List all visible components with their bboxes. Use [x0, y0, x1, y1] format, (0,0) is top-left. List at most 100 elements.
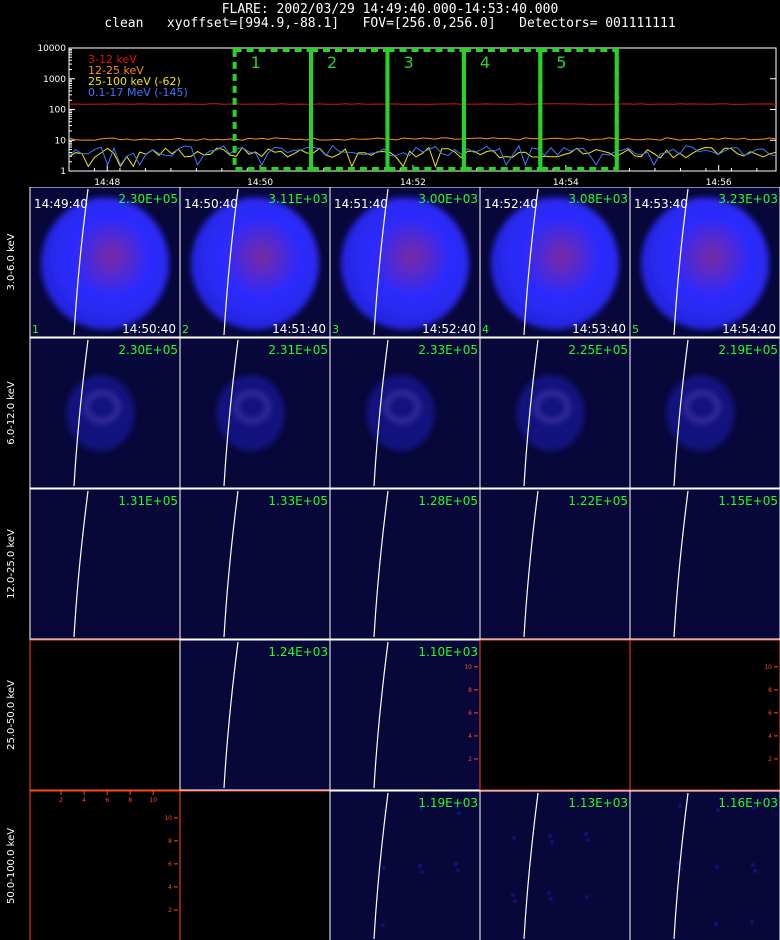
x-tick-label: 14:54: [553, 178, 579, 187]
max-value-label: 2.30E+05: [118, 343, 178, 357]
axis-tick-label: 4: [168, 884, 172, 891]
y-tick-label: 100: [49, 106, 66, 116]
axis-tick-label: 8: [768, 687, 772, 694]
x-tick-label: 14:56: [706, 178, 732, 187]
image-panel: [329, 639, 481, 791]
max-value-label: 2.19E+05: [718, 343, 778, 357]
energy-band-label: 3.0-6.0 keV: [6, 233, 17, 290]
interval-number: 2: [182, 323, 189, 336]
noise-speck: [381, 923, 385, 927]
max-value-label: 2.33E+05: [418, 343, 478, 357]
y-tick-label: 10: [55, 136, 67, 146]
interval-label: 3: [403, 53, 413, 72]
empty-panel: [629, 639, 780, 791]
axis-tick-label: 8: [468, 687, 472, 694]
max-value-label: 1.13E+03: [568, 796, 628, 810]
noise-speck: [454, 862, 458, 866]
axis-tick-label: 2: [768, 756, 772, 763]
start-time-label: 14:52:40: [484, 197, 538, 211]
image-panel: [329, 488, 481, 640]
x-tick-label: 14:52: [400, 178, 426, 187]
axis-tick-label: 8: [128, 797, 132, 804]
max-value-label: 3.23E+03: [718, 192, 778, 206]
end-time-label: 14:53:40: [572, 322, 626, 336]
interval-number: 1: [32, 323, 39, 336]
noise-speck: [513, 899, 517, 903]
image-panel: [179, 488, 331, 640]
noise-speck: [584, 832, 588, 836]
source-emission: [366, 375, 435, 451]
empty-panel: [179, 790, 331, 940]
energy-band-label: 50.0-100.0 keV: [6, 828, 17, 904]
noise-speck: [678, 804, 682, 808]
energy-band-label: 25.0-50.0 keV: [6, 680, 17, 750]
axis-tick-label: 2: [168, 907, 172, 914]
interval-number: 3: [332, 323, 339, 336]
max-value-label: 2.31E+05: [268, 343, 328, 357]
source-emission: [66, 375, 135, 451]
noise-speck: [714, 922, 718, 926]
axis-tick-label: 6: [468, 710, 472, 717]
axis-tick-label: 6: [168, 861, 172, 868]
source-emission: [41, 197, 169, 330]
noise-speck: [586, 838, 590, 842]
series-line: [68, 137, 777, 141]
axis-tick-label: 4: [768, 733, 772, 740]
start-time-label: 14:53:40: [634, 197, 688, 211]
image-panel: [479, 790, 631, 940]
end-time-label: 14:52:40: [422, 322, 476, 336]
energy-band-label: 12.0-25.0 keV: [6, 529, 17, 599]
noise-speck: [420, 870, 424, 874]
axis-tick-label: 8: [168, 838, 172, 845]
y-tick-label: 1000: [43, 75, 66, 85]
empty-panel: [29, 639, 181, 791]
plot-title: FLARE: 2002/03/29 14:49:40.000-14:53:40.…: [221, 2, 559, 17]
interval-label: 4: [480, 53, 490, 72]
image-panel: [479, 488, 631, 640]
energy-band-label: 6.0-12.0 keV: [6, 381, 17, 445]
image-panel: [29, 488, 181, 640]
series-line: [68, 144, 777, 167]
max-value-label: 1.15E+05: [718, 494, 778, 508]
axis-tick-label: 2: [59, 797, 63, 804]
y-tick-label: 10000: [37, 44, 66, 54]
max-value-label: 3.00E+03: [418, 192, 478, 206]
max-value-label: 2.30E+05: [118, 192, 178, 206]
noise-speck: [382, 866, 386, 870]
axis-tick-label: 10: [164, 815, 172, 822]
noise-speck: [457, 811, 461, 815]
image-panel: [629, 790, 780, 940]
plot-subtitle: clean xyoffset=[994.9,-88.1] FOV=[256.0,…: [104, 16, 676, 31]
max-value-label: 3.11E+03: [268, 192, 328, 206]
max-value-label: 1.16E+03: [718, 796, 778, 810]
start-time-label: 14:50:40: [184, 197, 238, 211]
axis-tick-label: 10: [464, 664, 472, 671]
max-value-label: 1.10E+03: [418, 645, 478, 659]
max-value-label: 2.25E+05: [568, 343, 628, 357]
source-emission: [516, 375, 585, 451]
max-value-label: 1.22E+05: [568, 494, 628, 508]
noise-speck: [549, 897, 553, 901]
source-emission: [641, 197, 769, 330]
source-emission: [216, 375, 285, 451]
noise-speck: [512, 836, 516, 840]
legend-entry: 0.1-17 MeV (-145): [88, 86, 188, 99]
x-tick-label: 14:48: [94, 178, 120, 187]
axis-tick-label: 6: [768, 710, 772, 717]
axis-tick-label: 4: [468, 733, 472, 740]
max-value-label: 3.08E+03: [568, 192, 628, 206]
source-emission: [341, 197, 469, 330]
interval-number: 5: [632, 323, 639, 336]
interval-box: [461, 48, 543, 171]
axis-tick-label: 2: [468, 756, 472, 763]
max-value-label: 1.19E+03: [418, 796, 478, 810]
interval-label: 1: [251, 53, 261, 72]
image-panel: [629, 488, 780, 640]
y-tick-label: 1: [60, 167, 66, 177]
source-emission: [191, 197, 319, 330]
lightcurve-plot: 10000 1000 100 10 1 14:48 14:50 14:52 14:54 14:56…: [37, 44, 777, 187]
noise-speck: [750, 920, 754, 924]
max-value-label: 1.24E+03: [268, 645, 328, 659]
end-time-label: 14:50:40: [122, 322, 176, 336]
start-time-label: 14:49:40: [34, 197, 88, 211]
